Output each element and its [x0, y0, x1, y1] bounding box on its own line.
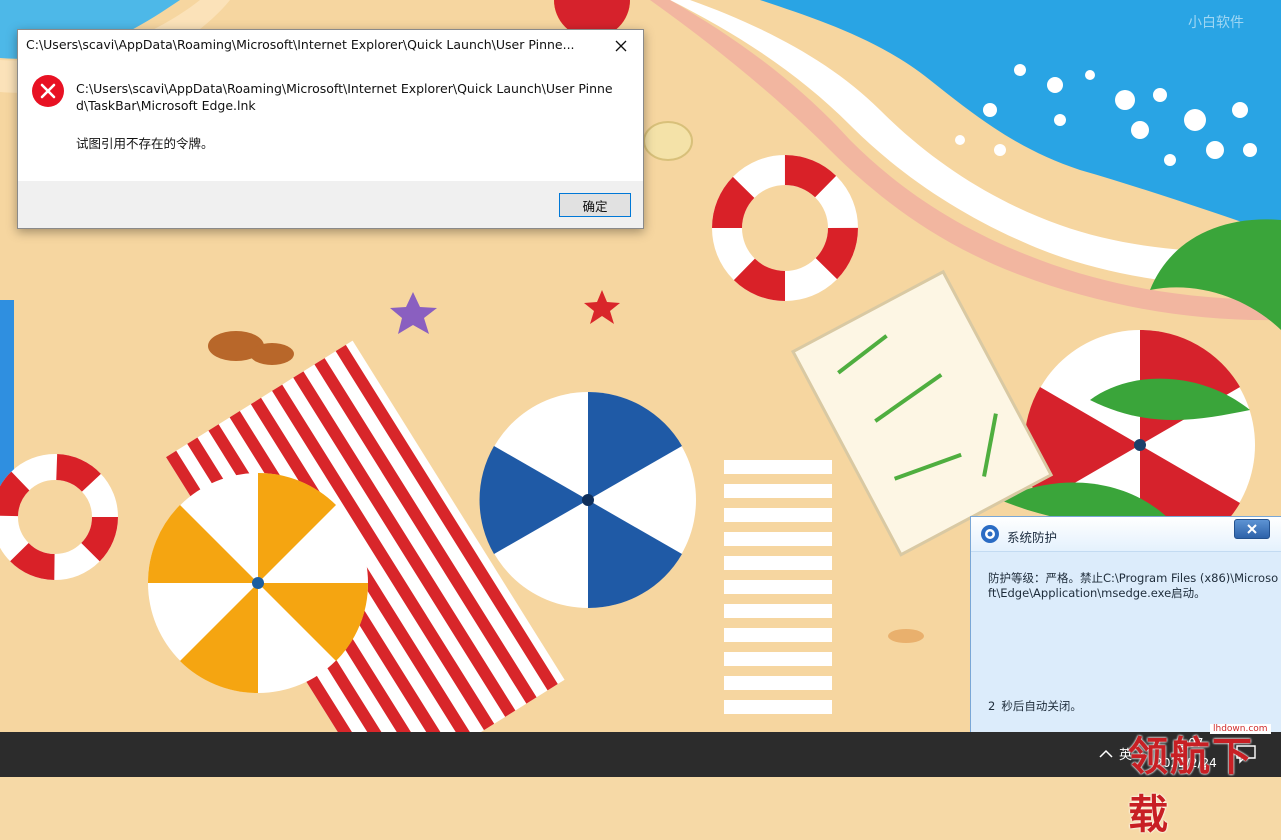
- chevron-up-icon[interactable]: [1097, 746, 1115, 762]
- watermark-top: 小白软件: [1188, 15, 1244, 31]
- dialog-title: C:\Users\scavi\AppData\Roaming\Microsoft…: [26, 37, 575, 52]
- close-icon: [615, 40, 627, 52]
- error-detail: 试图引用不存在的令牌。: [76, 136, 214, 151]
- countdown-text: 秒后自动关闭。: [1001, 699, 1082, 713]
- error-icon: [32, 75, 64, 107]
- popup-title: 系统防护: [1007, 530, 1058, 545]
- close-button[interactable]: [607, 33, 635, 59]
- popup-message: 防护等级：严格。禁止C:\Program Files (x86)\Microso…: [988, 571, 1279, 600]
- error-message: C:\Users\scavi\AppData\Roaming\Microsoft…: [76, 81, 613, 113]
- close-icon: [1247, 524, 1257, 534]
- system-protection-popup: 系统防护 防护等级：严格。禁止C:\Program Files (x86)\Mi…: [970, 516, 1281, 733]
- popup-close-button[interactable]: [1234, 519, 1270, 539]
- countdown-number: 2: [988, 699, 996, 713]
- popup-countdown: 2 秒后自动关闭。: [988, 698, 1088, 714]
- popup-header: 系统防护: [971, 517, 1281, 552]
- ok-button[interactable]: 确定: [559, 193, 631, 217]
- watermark-site: lhdown.com: [1210, 724, 1271, 734]
- watermark-brand: 领航下载: [1128, 733, 1254, 838]
- shield-icon: [981, 525, 999, 543]
- error-dialog: C:\Users\scavi\AppData\Roaming\Microsoft…: [17, 29, 644, 229]
- dialog-footer: 确定: [18, 181, 643, 228]
- taskbar: 英 1:07 2022/2/24: [0, 732, 1281, 777]
